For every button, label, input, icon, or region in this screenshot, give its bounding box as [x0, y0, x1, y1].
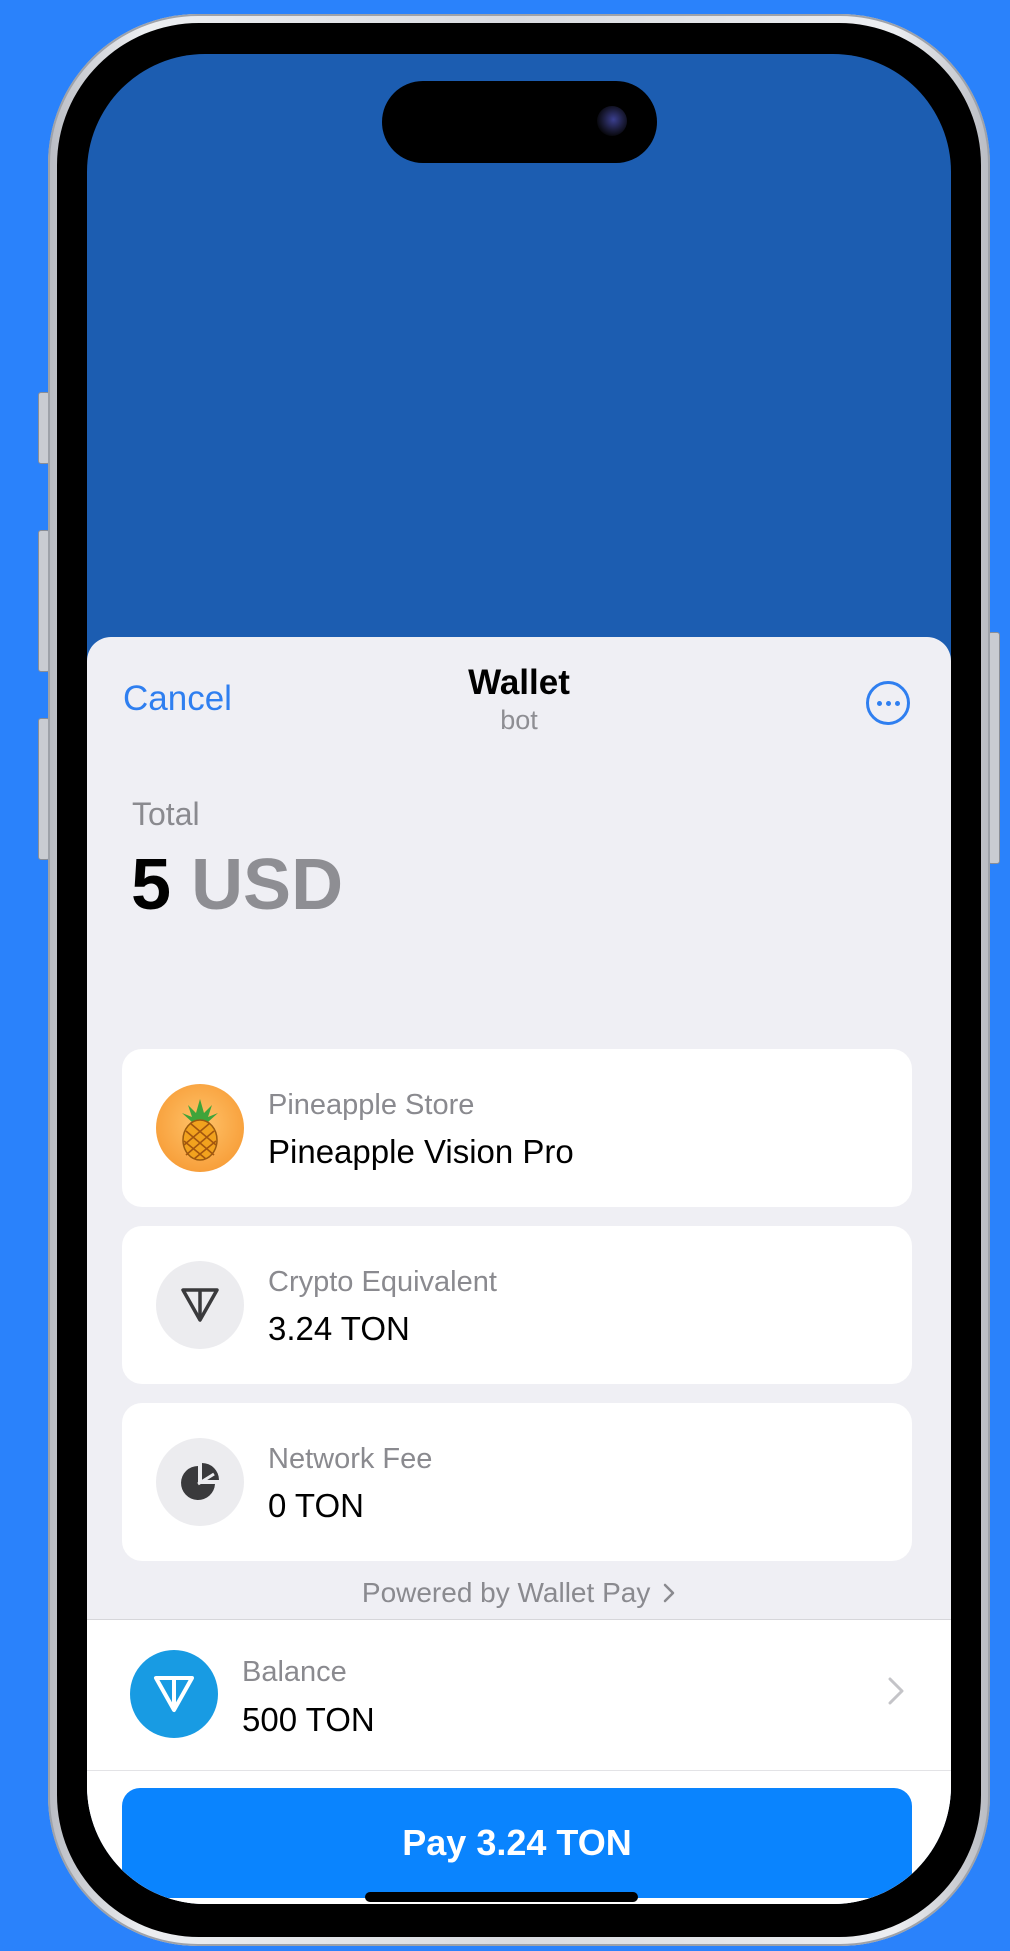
network-fee-value: 0 TON: [268, 1487, 364, 1524]
product-name: Pineapple Vision Pro: [268, 1133, 574, 1170]
ton-icon: [130, 1650, 218, 1738]
chevron-right-icon: [662, 1579, 676, 1611]
ellipsis-circle-icon[interactable]: [866, 681, 910, 725]
merchant-label: Pineapple Store: [268, 1089, 475, 1121]
sheet-title: Wallet: [468, 663, 570, 702]
pie-chart-icon: [156, 1438, 244, 1526]
balance-value: 500 TON: [242, 1701, 375, 1738]
camera-icon: [597, 106, 627, 136]
network-fee-label: Network Fee: [268, 1443, 433, 1475]
payment-sheet: Cancel Wallet bot Total 5 USD Pineapple …: [87, 637, 951, 1904]
crypto-equivalent-label: Crypto Equivalent: [268, 1266, 497, 1298]
balance-row[interactable]: Balance 500 TON: [87, 1620, 951, 1771]
crypto-equivalent-value: 3.24 TON: [268, 1310, 410, 1347]
pay-button[interactable]: Pay 3.24 TON: [122, 1788, 912, 1898]
ton-icon: [156, 1261, 244, 1349]
balance-label: Balance: [242, 1656, 347, 1688]
sheet-subtitle: bot: [500, 705, 538, 735]
sheet-header: Cancel Wallet bot: [87, 637, 951, 747]
merchant-card: Pineapple Store Pineapple Vision Pro: [122, 1049, 912, 1207]
home-indicator: [365, 1892, 638, 1902]
network-fee-card: Network Fee 0 TON: [122, 1403, 912, 1561]
total-label: Total: [132, 796, 200, 832]
powered-by-link[interactable]: Powered by Wallet Pay: [87, 1577, 951, 1611]
amount-value: 5: [131, 845, 172, 925]
pineapple-icon: [156, 1084, 244, 1172]
crypto-equivalent-card: Crypto Equivalent 3.24 TON: [122, 1226, 912, 1384]
phone-frame: Cancel Wallet bot Total 5 USD Pineapple …: [48, 14, 990, 1946]
amount-currency: USD: [191, 845, 344, 925]
dynamic-island: [382, 81, 657, 163]
stage: Cancel Wallet bot Total 5 USD Pineapple …: [0, 0, 1010, 1951]
chevron-right-icon: [887, 1676, 905, 1711]
total-amount: 5 USD: [131, 849, 343, 921]
powered-by-text: Powered by Wallet Pay: [361, 1577, 651, 1608]
bottom-panel: Balance 500 TON Pay 3.24 TON: [87, 1619, 951, 1904]
phone-screen: Cancel Wallet bot Total 5 USD Pineapple …: [87, 54, 951, 1904]
